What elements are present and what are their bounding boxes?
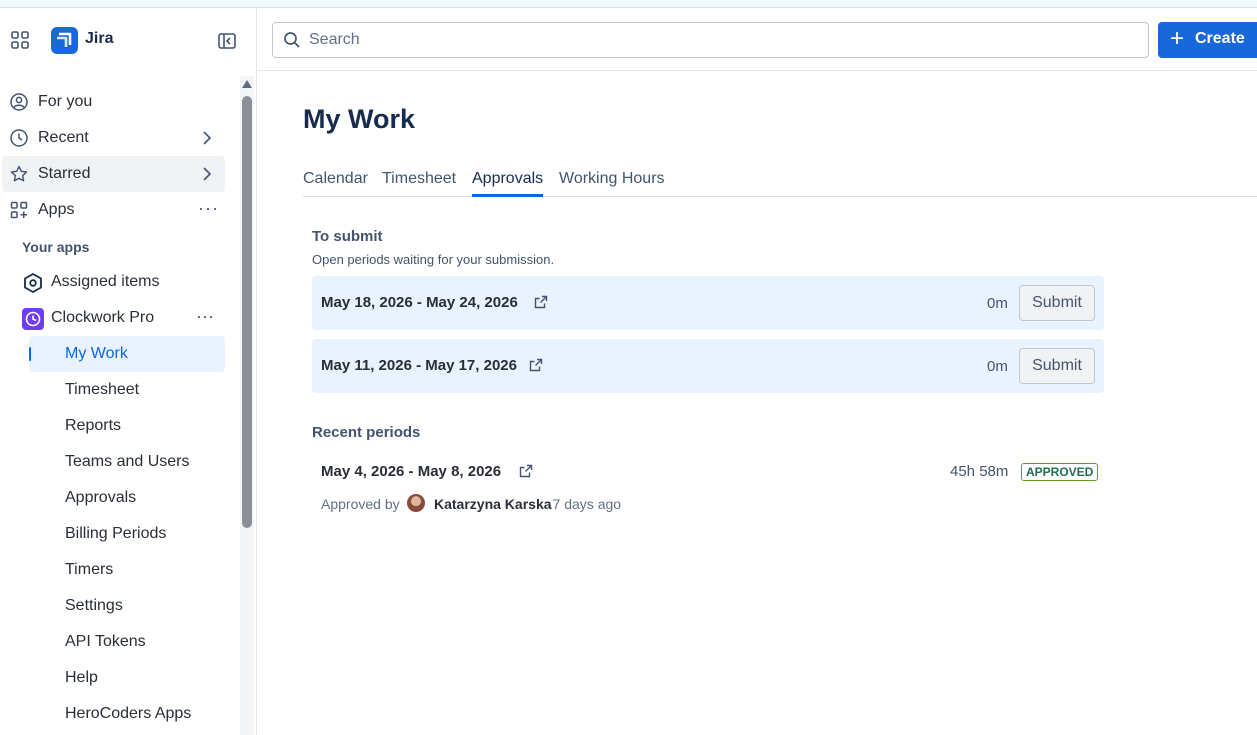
chevron-right-icon[interactable] bbox=[202, 130, 212, 146]
tab-working-hours[interactable]: Working Hours bbox=[559, 170, 665, 197]
submit-button[interactable]: Submit bbox=[1019, 348, 1095, 384]
search-input[interactable]: Search bbox=[272, 22, 1149, 58]
external-link-icon[interactable] bbox=[529, 358, 543, 372]
to-submit-subtitle: Open periods waiting for your submission… bbox=[312, 252, 555, 267]
subnav-billing-periods[interactable]: Billing Periods bbox=[29, 516, 225, 552]
subnav-label: Approvals bbox=[65, 489, 137, 506]
period-range[interactable]: May 18, 2026 - May 24, 2026 bbox=[321, 294, 518, 311]
scroll-up-arrow-icon[interactable] bbox=[242, 80, 252, 88]
app-item-clockwork-pro[interactable]: Clockwork Pro ··· bbox=[14, 300, 225, 336]
status-badge: APPROVED bbox=[1021, 463, 1099, 481]
browser-top-strip bbox=[0, 0, 1257, 8]
approved-by-label: Approved by bbox=[321, 496, 400, 512]
subnav-reports[interactable]: Reports bbox=[29, 408, 225, 444]
selected-indicator bbox=[29, 347, 31, 361]
subnav-label: Timesheet bbox=[65, 381, 140, 398]
clockwork-pro-icon bbox=[22, 308, 44, 330]
nav-item-recent[interactable]: Recent bbox=[2, 120, 225, 156]
submit-button[interactable]: Submit bbox=[1019, 285, 1095, 321]
jira-logo-icon[interactable] bbox=[51, 27, 78, 54]
search-placeholder: Search bbox=[309, 31, 360, 48]
period-duration: 0m bbox=[987, 295, 1008, 312]
subnav-label: My Work bbox=[65, 345, 128, 362]
subnav-label: Settings bbox=[65, 597, 123, 614]
subnav-herocoders-apps[interactable]: HeroCoders Apps bbox=[29, 696, 225, 732]
tab-timesheet[interactable]: Timesheet bbox=[382, 170, 456, 197]
subnav-label: Teams and Users bbox=[65, 453, 190, 470]
subnav-timers[interactable]: Timers bbox=[29, 552, 225, 588]
nav-label: Recent bbox=[38, 129, 89, 146]
app-item-assigned-items[interactable]: Assigned items bbox=[14, 264, 225, 300]
period-range[interactable]: May 4, 2026 - May 8, 2026 bbox=[321, 463, 501, 480]
recent-period-row: May 4, 2026 - May 8, 2026 45h 58m APPROV… bbox=[312, 452, 1104, 522]
hexagon-icon bbox=[24, 273, 42, 293]
app-title[interactable]: Jira bbox=[85, 30, 113, 48]
period-range[interactable]: May 11, 2026 - May 17, 2026 bbox=[321, 357, 517, 374]
clock-icon bbox=[10, 129, 28, 147]
subnav-api-tokens[interactable]: API Tokens bbox=[29, 624, 225, 660]
approver-name[interactable]: Katarzyna Karska bbox=[434, 496, 552, 512]
external-link-icon[interactable] bbox=[534, 295, 548, 309]
avatar[interactable] bbox=[407, 494, 425, 512]
subnav-settings[interactable]: Settings bbox=[29, 588, 225, 624]
subnav-label: Reports bbox=[65, 417, 122, 434]
subnav-label: Help bbox=[65, 669, 98, 686]
sidebar: Jira For you Recent Starred Apps ··· You… bbox=[0, 8, 257, 735]
approved-time-ago: · 7 days ago bbox=[544, 496, 622, 512]
subnav-teams-and-users[interactable]: Teams and Users bbox=[29, 444, 225, 480]
plus-icon: + bbox=[1170, 25, 1185, 52]
period-duration: 0m bbox=[987, 358, 1008, 375]
nav-item-starred[interactable]: Starred bbox=[2, 156, 225, 192]
create-label: Create bbox=[1195, 30, 1245, 47]
period-card: May 11, 2026 - May 17, 2026 0m Submit bbox=[312, 339, 1104, 393]
tab-bar: Calendar Timesheet Approvals Working Hou… bbox=[303, 170, 1257, 197]
more-options-icon[interactable]: ··· bbox=[196, 306, 214, 327]
subnav-label: HeroCoders Apps bbox=[65, 705, 192, 722]
sidebar-scroll-thumb[interactable] bbox=[242, 96, 252, 528]
header-divider bbox=[258, 70, 1257, 71]
subnav-label: Billing Periods bbox=[65, 525, 167, 542]
tab-approvals[interactable]: Approvals bbox=[472, 170, 544, 197]
tab-calendar[interactable]: Calendar bbox=[303, 170, 368, 197]
nav-item-apps[interactable]: Apps ··· bbox=[2, 192, 225, 228]
sidebar-header: Jira bbox=[0, 8, 257, 71]
nav-item-for-you[interactable]: For you bbox=[2, 84, 225, 120]
chevron-right-icon[interactable] bbox=[202, 166, 212, 182]
app-switcher-icon[interactable] bbox=[10, 30, 30, 50]
create-button[interactable]: + Create bbox=[1158, 22, 1257, 58]
app-label: Assigned items bbox=[51, 273, 160, 290]
period-duration: 45h 58m bbox=[950, 463, 1009, 480]
page-title: My Work bbox=[303, 104, 416, 134]
subnav-approvals[interactable]: Approvals bbox=[29, 480, 225, 516]
nav-label: Starred bbox=[38, 165, 91, 182]
app-label: Clockwork Pro bbox=[51, 309, 155, 326]
recent-periods-heading: Recent periods bbox=[312, 424, 421, 441]
external-link-icon[interactable] bbox=[519, 464, 533, 478]
subnav-help[interactable]: Help bbox=[29, 660, 225, 696]
subnav-label: Timers bbox=[65, 561, 114, 578]
subnav-timesheet[interactable]: Timesheet bbox=[29, 372, 225, 408]
your-apps-heading: Your apps bbox=[22, 239, 90, 255]
to-submit-heading: To submit bbox=[312, 228, 383, 245]
apps-add-icon bbox=[10, 201, 28, 219]
star-icon bbox=[10, 165, 28, 182]
person-circle-icon bbox=[10, 93, 28, 111]
subnav-label: API Tokens bbox=[65, 633, 146, 650]
collapse-sidebar-icon[interactable] bbox=[217, 31, 237, 51]
nav-label: Apps bbox=[38, 201, 75, 218]
search-icon bbox=[284, 32, 300, 48]
nav-label: For you bbox=[38, 93, 93, 110]
subnav-my-work[interactable]: My Work bbox=[29, 336, 225, 372]
more-options-icon[interactable]: ··· bbox=[198, 198, 219, 219]
period-card: May 18, 2026 - May 24, 2026 0m Submit bbox=[312, 276, 1104, 330]
